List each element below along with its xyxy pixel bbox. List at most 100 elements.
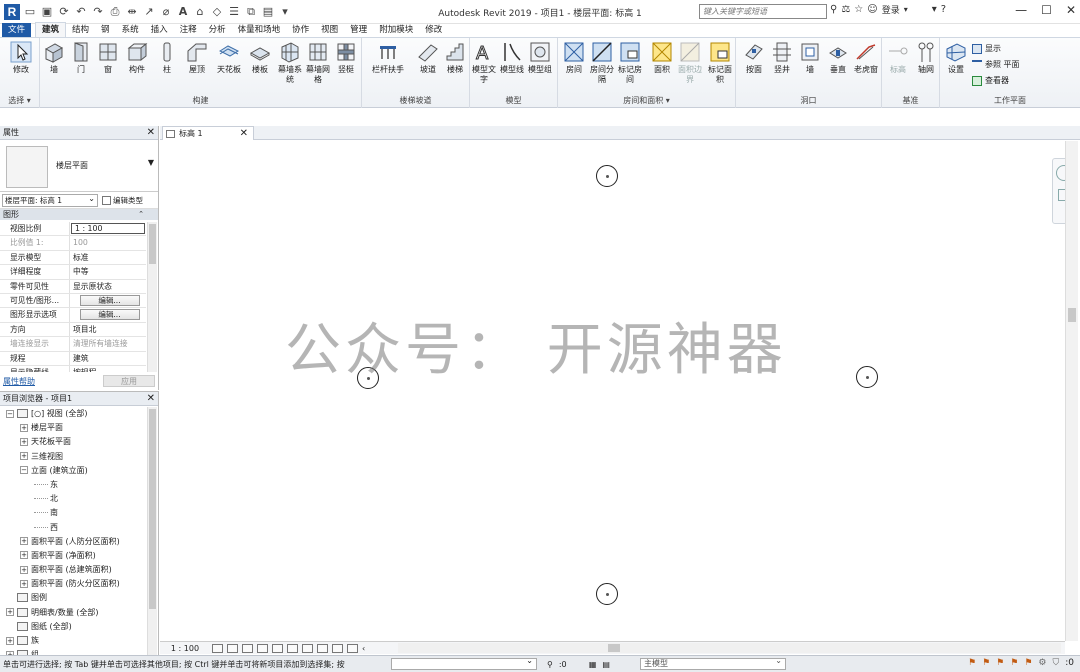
background-process-icon[interactable]: ⚙ bbox=[1038, 658, 1046, 668]
thin-lines-icon[interactable]: ☰ bbox=[227, 5, 241, 19]
tree-item[interactable]: + 面积平面 (总建筑面积) bbox=[0, 563, 146, 577]
tree-item[interactable]: + 明细表/数量 (全部) bbox=[0, 606, 146, 620]
revit-logo-icon[interactable]: R bbox=[4, 3, 20, 20]
design-option-select[interactable]: 主模型 bbox=[639, 656, 786, 670]
property-value[interactable]: 项目北 bbox=[70, 323, 146, 336]
property-row[interactable]: 墙连接显示 清理所有墙连接 bbox=[0, 337, 146, 352]
property-value[interactable]: 显示原状态 bbox=[70, 280, 146, 293]
tree-item[interactable]: 东 bbox=[0, 478, 146, 492]
property-value[interactable]: 按规程 bbox=[70, 366, 146, 372]
tree-item[interactable]: + 楼层平面 bbox=[0, 421, 146, 435]
viewer-button[interactable]: 查看器 bbox=[972, 75, 1009, 86]
room-separator-button[interactable]: 房间分隔 bbox=[588, 41, 616, 85]
canvas-vertical-scrollbar[interactable] bbox=[1065, 141, 1078, 641]
model-group-button[interactable]: 模型组 bbox=[526, 41, 554, 75]
property-row[interactable]: 图形显示选项 编辑... bbox=[0, 308, 146, 323]
edit-button[interactable]: 编辑... bbox=[79, 294, 140, 306]
text-icon[interactable]: A bbox=[176, 5, 190, 19]
instance-filter-select[interactable]: 楼层平面: 标高 1 bbox=[2, 193, 98, 207]
model-text-button[interactable]: A 模型文字 bbox=[470, 41, 498, 85]
curtain-grid-button[interactable]: 幕墙网格 bbox=[304, 41, 332, 85]
print-icon[interactable]: ⎙ bbox=[108, 5, 122, 19]
property-row[interactable]: 显示模型 标准 bbox=[0, 250, 146, 266]
sync-icon[interactable]: ⟳ bbox=[57, 5, 71, 19]
tree-item[interactable]: 图纸 (全部) bbox=[0, 620, 146, 634]
crop-view-icon[interactable] bbox=[272, 643, 283, 653]
property-row[interactable]: 视图比例 1 : 100 bbox=[0, 222, 146, 237]
property-value[interactable]: 标准 bbox=[70, 251, 146, 264]
help-icon[interactable]: ? bbox=[941, 4, 946, 15]
canvas-horizontal-scrollbar[interactable] bbox=[398, 643, 1061, 653]
tab-analyze[interactable]: 分析 bbox=[203, 23, 232, 37]
type-selector[interactable]: 楼层平面 ▼ bbox=[0, 140, 158, 192]
tab-file[interactable]: 文件 bbox=[2, 23, 32, 37]
visual-style-icon[interactable] bbox=[227, 643, 238, 653]
drawing-canvas[interactable]: 公众号： 开源神器 bbox=[160, 141, 1065, 641]
user-icon[interactable]: ☺ bbox=[867, 4, 877, 15]
area-boundary-button[interactable]: 面积边界 bbox=[676, 41, 704, 85]
set-workplane-button[interactable]: 设置 bbox=[942, 41, 970, 75]
design-options-icon[interactable]: ▤ bbox=[602, 660, 610, 669]
elevation-marker-north[interactable] bbox=[596, 165, 618, 187]
level-button[interactable]: 标高 bbox=[884, 41, 912, 75]
select-underlay-icon[interactable]: ⚑ bbox=[982, 658, 990, 668]
tag-icon[interactable]: ⌀ bbox=[159, 5, 173, 19]
minimize-icon[interactable]: — bbox=[1015, 3, 1027, 17]
properties-help-link[interactable]: 属性帮助 bbox=[3, 376, 35, 387]
undo-icon[interactable]: ↶ bbox=[74, 5, 88, 19]
analysis-display-icon[interactable] bbox=[347, 643, 358, 653]
roof-button[interactable]: 屋顶 bbox=[183, 41, 211, 75]
tree-item[interactable]: + 组 bbox=[0, 648, 146, 655]
property-row[interactable]: 详细程度 中等 bbox=[0, 265, 146, 280]
property-value[interactable]: 编辑... bbox=[70, 308, 146, 321]
model-line-button[interactable]: 模型线 bbox=[498, 41, 526, 75]
expand-icon[interactable]: + bbox=[20, 423, 28, 432]
wall-opening-button[interactable]: 墙 bbox=[796, 41, 824, 75]
expand-icon[interactable]: + bbox=[20, 579, 28, 588]
elevation-marker-south[interactable] bbox=[596, 583, 618, 605]
tab-modify[interactable]: 修改 bbox=[419, 23, 448, 37]
save-icon[interactable]: ▣ bbox=[40, 5, 54, 19]
tab-architecture[interactable]: 建筑 bbox=[35, 22, 67, 37]
close-icon[interactable]: ✕ bbox=[240, 127, 248, 140]
tree-item[interactable]: − 立面 (建筑立面) bbox=[0, 464, 146, 478]
wall-button[interactable]: 墙 bbox=[40, 41, 68, 75]
window-button[interactable]: 窗 bbox=[94, 41, 122, 75]
expand-icon[interactable]: + bbox=[20, 437, 28, 446]
property-row[interactable]: 比例值 1: 100 bbox=[0, 236, 146, 251]
property-row[interactable]: 可见性/图形... 编辑... bbox=[0, 293, 146, 309]
selection-filter-icon[interactable]: ⚲ bbox=[547, 660, 553, 669]
exchange-icon[interactable]: ▾ bbox=[932, 4, 937, 15]
customize-qat-icon[interactable]: ▾ bbox=[278, 5, 292, 19]
scroll-left-icon[interactable]: ‹ bbox=[362, 644, 365, 653]
room-button[interactable]: 房间 bbox=[560, 41, 588, 75]
modify-button[interactable]: 修改 bbox=[6, 41, 36, 75]
stair-button[interactable]: 楼梯 bbox=[441, 41, 469, 75]
editable-only-icon[interactable]: ▦ bbox=[589, 660, 597, 669]
tab-view[interactable]: 视图 bbox=[315, 23, 344, 37]
expand-icon[interactable]: + bbox=[6, 608, 14, 617]
show-crop-icon[interactable] bbox=[287, 643, 298, 653]
select-by-face-icon[interactable]: ⚑ bbox=[1010, 658, 1018, 668]
tree-item[interactable]: 图例 bbox=[0, 591, 146, 605]
ref-plane-button[interactable]: 参照 平面 bbox=[972, 59, 1020, 70]
property-value[interactable]: 清理所有墙连接 bbox=[70, 337, 146, 350]
expand-icon[interactable]: + bbox=[20, 537, 28, 546]
tree-item[interactable]: − [○] 视图 (全部) bbox=[0, 407, 146, 421]
tree-item[interactable]: + 面积平面 (净面积) bbox=[0, 549, 146, 563]
column-button[interactable]: 柱 bbox=[153, 41, 181, 75]
tree-item[interactable]: + 面积平面 (人防分区面积) bbox=[0, 535, 146, 549]
mullion-button[interactable]: 竖梃 bbox=[332, 41, 360, 75]
view-scale[interactable]: 1 : 100 bbox=[160, 644, 210, 653]
tab-massing-site[interactable]: 体量和场地 bbox=[232, 23, 287, 37]
workset-select[interactable] bbox=[391, 656, 537, 670]
tab-collaborate[interactable]: 协作 bbox=[286, 23, 315, 37]
tab-annotate[interactable]: 注释 bbox=[174, 23, 203, 37]
measure-icon[interactable]: ⇹ bbox=[125, 5, 139, 19]
property-value[interactable]: 1 : 100 bbox=[71, 223, 145, 235]
ceiling-button[interactable]: 天花板 bbox=[215, 41, 243, 75]
temp-hide-icon[interactable] bbox=[317, 643, 328, 653]
curtain-system-button[interactable]: 幕墙系统 bbox=[276, 41, 304, 85]
property-value[interactable]: 100 bbox=[70, 236, 146, 249]
panel-room-area-title[interactable]: 房间和面积 ▾ bbox=[558, 95, 735, 106]
